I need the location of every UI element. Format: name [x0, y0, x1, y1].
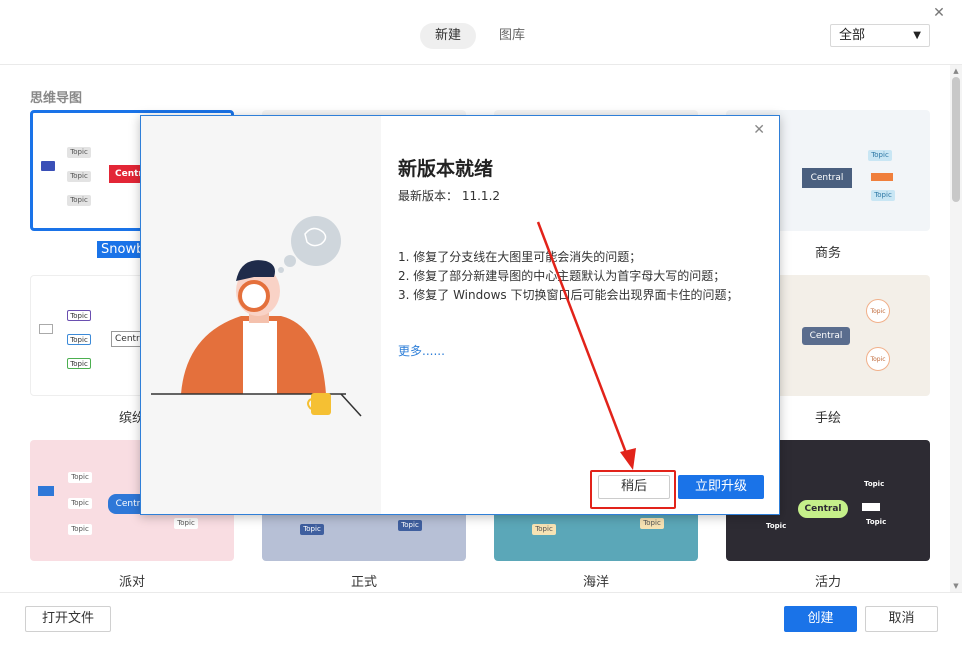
central-node: Central	[802, 168, 852, 188]
dialog-close-icon[interactable]: ✕	[753, 122, 765, 138]
topic-node: Topic	[67, 195, 91, 206]
release-note-item: 1. 修复了分支线在大图里可能会消失的问题；	[398, 250, 642, 264]
template-label-formal: 正式	[350, 575, 377, 590]
version-label: 最新版本：	[398, 189, 459, 203]
topic-node: Topic	[67, 171, 91, 182]
topic-node: Topic	[67, 147, 91, 158]
scroll-down-icon[interactable]: ▼	[952, 582, 960, 590]
category-filter-select[interactable]: 全部 ▼	[830, 24, 930, 47]
create-button[interactable]: 创建	[784, 606, 857, 632]
reading-person-illustration	[151, 216, 362, 417]
topic-node: Topic	[300, 524, 324, 535]
more-link[interactable]: 更多......	[398, 342, 445, 359]
version-value: 11.1.2	[461, 189, 501, 203]
central-node: Central	[802, 327, 850, 345]
template-label-ocean: 海洋	[582, 575, 609, 590]
topic-node: Topic	[871, 190, 895, 201]
topic-node: Topic	[174, 518, 198, 529]
topic-node: Topic	[67, 358, 91, 369]
root-node	[39, 324, 53, 334]
topic-node: Topic	[866, 518, 887, 526]
open-file-button[interactable]: 打开文件	[25, 606, 111, 632]
release-note-item: 2. 修复了部分新建导图的中心主题默认为首字母大写的问题；	[398, 269, 726, 283]
topic-node: Topic	[640, 518, 664, 529]
topic-node: Topic	[866, 299, 890, 323]
filter-value: 全部	[839, 28, 866, 43]
header-tabs: 新建 图库	[420, 23, 540, 49]
topic-node: Topic	[864, 480, 885, 488]
vertical-scrollbar[interactable]: ▲ ▼	[950, 65, 962, 592]
topic-node: Topic	[766, 522, 787, 530]
central-node: Central	[798, 500, 848, 518]
topic-node: Topic	[868, 150, 892, 161]
release-note-item: 3. 修复了 Windows 下切换窗口后可能会出现界面卡住的问题；	[398, 288, 739, 302]
template-label-party: 派对	[118, 575, 145, 590]
topic-node: Topic	[67, 310, 91, 321]
topic-node: Topic	[68, 498, 92, 509]
dialog-illustration-panel	[141, 116, 381, 514]
new-file-window: ✕ 新建 图库 全部 ▼ 思维导图 Topic Topic Topic Cent…	[0, 0, 962, 648]
section-title: 思维导图	[30, 91, 83, 106]
window-close-icon[interactable]: ✕	[932, 6, 946, 20]
version-info: 最新版本： 11.1.2	[398, 187, 500, 204]
annotation-highlight-box	[590, 470, 676, 509]
accent-block	[862, 503, 880, 511]
tab-new[interactable]: 新建	[420, 23, 477, 49]
upgrade-now-button[interactable]: 立即升级	[678, 475, 764, 499]
cancel-button[interactable]: 取消	[865, 606, 938, 632]
chevron-down-icon: ▼	[913, 30, 921, 41]
dialog-title: 新版本就绪	[398, 158, 494, 180]
topic-node: Topic	[68, 524, 92, 535]
topic-node: Topic	[866, 347, 890, 371]
accent-block	[871, 173, 893, 181]
footer-divider	[0, 592, 962, 593]
root-node	[38, 486, 54, 496]
update-dialog: ✕ 新版本就绪 最新版本： 11.1.2 1. 修复了分支线在大图里可能会消失的…	[140, 115, 780, 515]
release-notes: 1. 修复了分支线在大图里可能会消失的问题； 2. 修复了部分新建导图的中心主题…	[398, 248, 738, 305]
tab-gallery[interactable]: 图库	[484, 23, 540, 49]
topic-node: Topic	[532, 524, 556, 535]
topic-node: Topic	[67, 334, 91, 345]
topic-node: Topic	[398, 520, 422, 531]
scroll-thumb[interactable]	[952, 77, 960, 202]
topic-node: Topic	[68, 472, 92, 483]
root-node	[41, 161, 55, 171]
template-label-vibrant: 活力	[814, 575, 841, 590]
scroll-up-icon[interactable]: ▲	[952, 67, 960, 75]
